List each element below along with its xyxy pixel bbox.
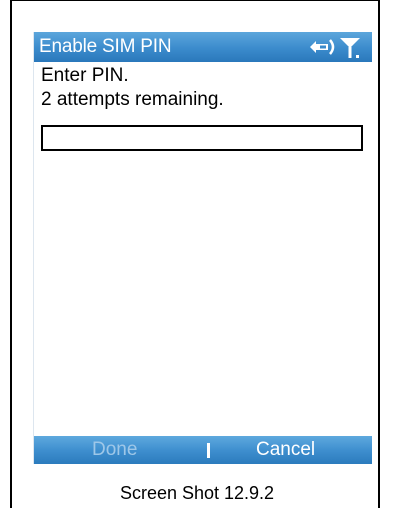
prompt-line: Enter PIN. [41, 65, 129, 86]
pin-input[interactable] [41, 125, 363, 151]
done-softkey[interactable]: Done [92, 439, 137, 461]
signal-icon [340, 38, 360, 58]
cancel-softkey[interactable]: Cancel [256, 439, 315, 461]
connectivity-icon [310, 39, 335, 55]
attempts-remaining: 2 attempts remaining. [41, 89, 224, 110]
prompt-text: Enter PIN. 2 attempts remaining. [41, 64, 224, 112]
figure-caption: Screen Shot 12.9.2 [119, 483, 275, 503]
softkey-bar: Done Cancel [34, 436, 372, 464]
status-icons [310, 38, 360, 58]
phone-screen: Enable SIM PIN Enter PIN. 2 attempts rem… [33, 32, 372, 464]
page-title: Enable SIM PIN [39, 36, 172, 57]
softkey-divider [207, 443, 210, 458]
title-bar: Enable SIM PIN [34, 32, 372, 62]
